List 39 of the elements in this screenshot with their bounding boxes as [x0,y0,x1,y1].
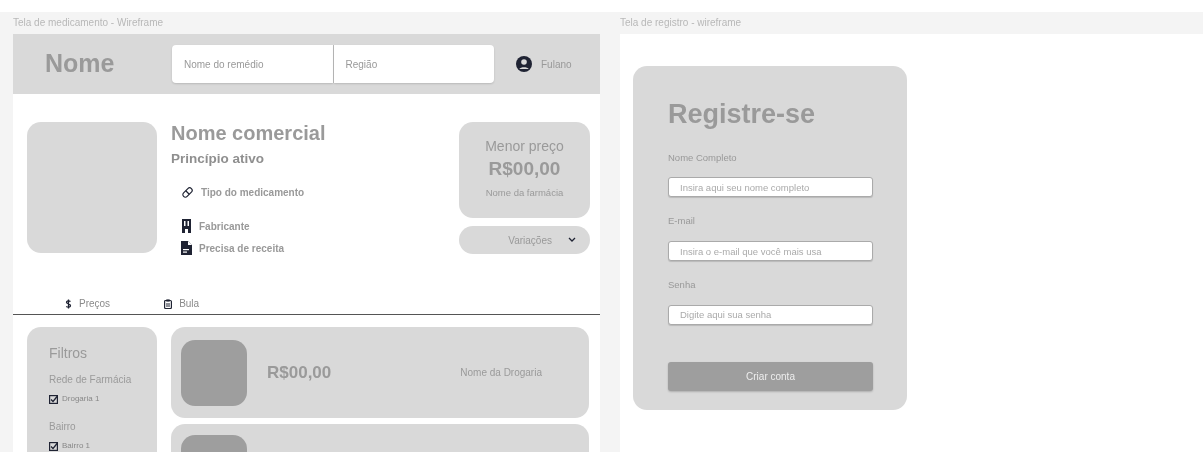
pharmacy-name: Nome da Drogaria [460,366,542,380]
active-ingredient: Princípio ativo [171,150,266,168]
checked-box-icon[interactable] [49,394,58,404]
option-label: Bairro 1 [62,440,90,452]
input-field[interactable]: Insira aqui seu nome completo [668,177,873,198]
filter-group-title: Bairro [49,420,77,434]
region-field[interactable]: Região [333,45,494,83]
filter-group-title: Rede de Farmácia [49,373,133,387]
pharmacy-name: Nome da farmácia [485,186,564,200]
clipboard-icon [164,298,173,309]
field-label: E-mail [668,214,696,229]
tab[interactable]: Preços [65,296,111,311]
product-name: Nome comercial [171,122,327,144]
card-label: Menor preço [485,137,564,156]
option-label: Drogaria 1 [62,393,100,405]
variations-dropdown[interactable]: Variações [459,226,590,254]
logo-text: Nome [44,48,116,80]
search-field[interactable]: Nome do remédio [172,45,333,83]
detail-text: Tipo do medicamento [201,185,305,200]
checked-box-icon[interactable] [49,441,58,451]
document-icon [181,241,192,256]
field-label: Nome Completo [668,150,738,165]
price-text: R$00,00 [267,361,332,384]
detail-text: Fabricante [199,219,250,234]
input-field[interactable]: Digite aqui sua senha [668,304,873,325]
filter-title: Filtros [49,344,89,363]
building-icon [181,219,192,234]
product-image [181,339,247,406]
dollar-icon [65,298,72,309]
chevron-icon [568,237,576,243]
user-icon [516,56,532,72]
create-account-button[interactable]: Criar conta [668,361,873,391]
detail-text: Precisa de receita [199,241,285,256]
tab[interactable]: Bula [164,296,200,311]
pill-icon [181,185,194,199]
user-name[interactable]: Fulano [541,56,572,72]
input-field[interactable]: Insira o e-mail que você mais usa [668,241,873,261]
form-heading: Registre-se [668,98,817,131]
price-text: R$00,00 [488,157,561,181]
